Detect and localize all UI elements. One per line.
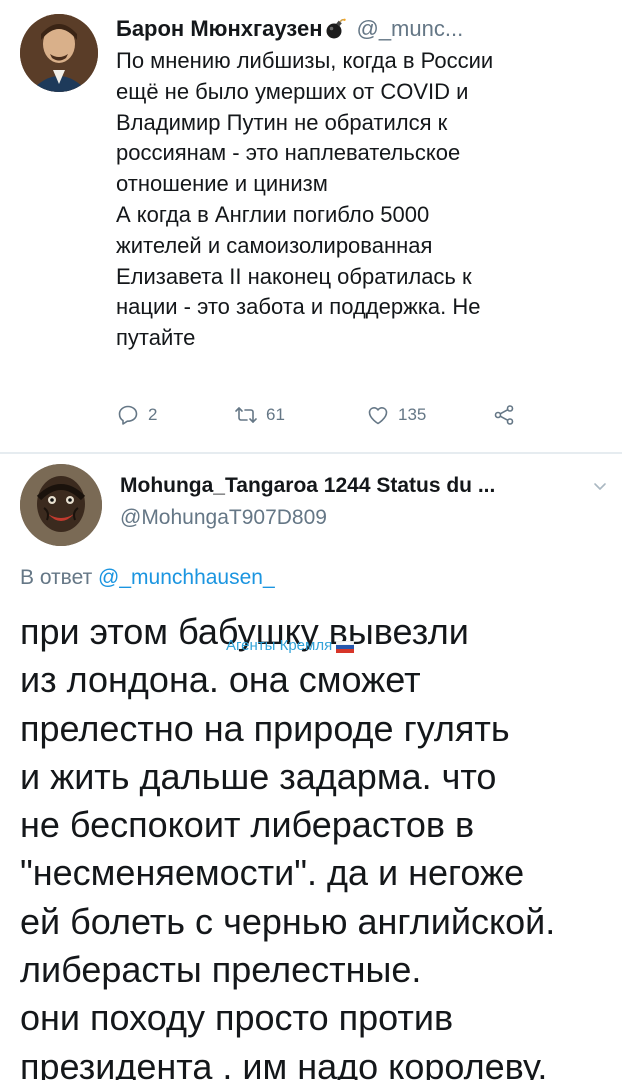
watermark-text: Агенты Кремля xyxy=(226,637,333,654)
author-name[interactable]: Барон Мюнхгаузен xyxy=(116,16,322,42)
tweet-actions: 2 61 135 xyxy=(116,398,536,432)
tweet-text-line: ещё не было умерших от COVID и xyxy=(116,78,469,104)
retweet-icon xyxy=(234,403,258,427)
tweet-text-line: Владимир Путин не обратился к xyxy=(116,109,448,135)
tweet-text-line: из лондона. она сможет xyxy=(20,659,421,701)
avatar[interactable] xyxy=(20,14,98,92)
tweet-1[interactable]: Барон Мюнхгаузен @_munc... По мнению либ… xyxy=(0,0,622,452)
tweet-2-text: при этом бабушку вывезли из лондона. она… xyxy=(20,608,616,1080)
flag-icon xyxy=(335,640,355,653)
tweet-text-line: По мнению либшизы, когда в России xyxy=(116,48,494,73)
share-icon xyxy=(492,403,516,427)
tweet-2-header: Mohunga_Tangaroa 1244 Status du ... xyxy=(120,470,610,502)
tweet-text-line: они походу просто против xyxy=(20,997,454,1039)
share-button[interactable] xyxy=(492,403,516,427)
reply-prefix: В ответ xyxy=(20,566,93,589)
tweet-text-line: и жить дальше задарма. что xyxy=(20,755,497,797)
reply-context: В ответ @_munchhausen_ xyxy=(20,566,275,590)
tweet-text-line: президента . им надо королеву. xyxy=(20,1045,548,1080)
tweet-text-line: нации - это забота и поддержка. Не xyxy=(116,294,481,320)
divider xyxy=(0,452,622,454)
tweet-text-line: Елизавета II наконец обратилась к xyxy=(116,263,472,289)
author-name[interactable]: Mohunga_Tangaroa 1244 Status du ... xyxy=(120,474,582,498)
watermark: Агенты Кремля xyxy=(226,637,355,654)
reply-button[interactable]: 2 xyxy=(116,403,234,427)
reply-count: 2 xyxy=(148,405,158,424)
tweet-text-line: путайте xyxy=(116,325,196,351)
tweet-text-line: А когда в Англии погибло 5000 xyxy=(116,201,430,227)
tweet-1-text: По мнению либшизы, когда в России ещё не… xyxy=(116,46,608,354)
bomb-icon xyxy=(324,18,347,40)
reply-to-link[interactable]: @_munchhausen_ xyxy=(98,566,275,589)
reply-icon xyxy=(116,403,140,427)
tweet-text-line: жителей и самоизолированная xyxy=(116,232,433,258)
tweet-text-line: отношение и цинизм xyxy=(116,171,328,197)
author-handle[interactable]: @MohungaT907D809 xyxy=(120,506,327,530)
like-icon xyxy=(366,403,390,427)
page: Барон Мюнхгаузен @_munc... По мнению либ… xyxy=(0,0,622,1080)
tweet-text-line: россиянам - это наплевательское xyxy=(116,140,461,166)
author-handle[interactable]: @_munc... xyxy=(356,16,463,42)
chevron-down-icon[interactable] xyxy=(590,476,610,496)
retweet-button[interactable]: 61 xyxy=(234,403,366,427)
avatar[interactable] xyxy=(20,464,102,546)
like-button[interactable]: 135 xyxy=(366,403,492,427)
tweet-text-line: не беспокоит либерастов в xyxy=(20,804,475,846)
tweet-text-line: либерасты прелестные. xyxy=(20,949,422,991)
tweet-text-line: "несменяемости". да и негоже xyxy=(20,852,525,894)
like-count: 135 xyxy=(398,405,427,424)
retweet-count: 61 xyxy=(266,405,285,424)
tweet-text-line: прелестно на природе гулять xyxy=(20,707,510,749)
tweet-text-line: ей болеть с чернью английской. xyxy=(20,900,556,942)
tweet-1-header: Барон Мюнхгаузен @_munc... xyxy=(116,12,606,46)
